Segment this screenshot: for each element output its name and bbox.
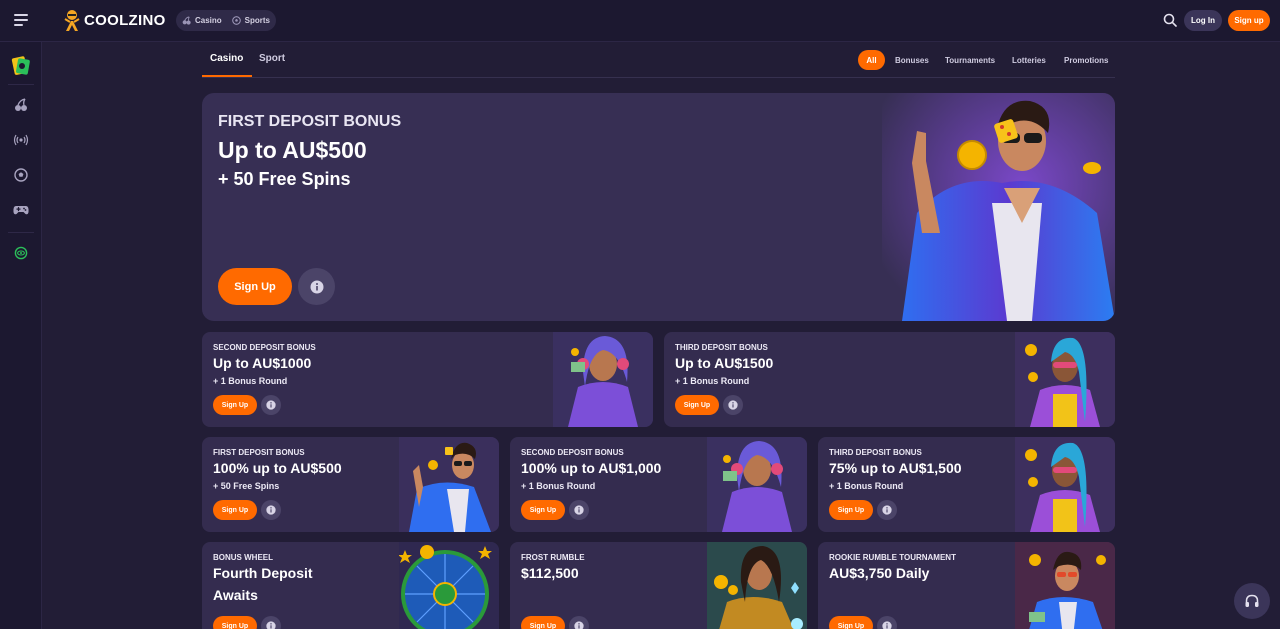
soccer-ball-icon[interactable] <box>12 166 30 184</box>
top-bar: COOLZINO Casino Sports Log In Sign up <box>0 0 1280 42</box>
info-icon[interactable] <box>261 616 281 629</box>
card-signup-button[interactable]: Sign Up <box>675 395 719 415</box>
wallet-card-icon[interactable] <box>10 54 32 76</box>
card-title-line2: Awaits <box>213 587 258 603</box>
card-kicker: BONUS WHEEL <box>213 553 273 562</box>
card-subtitle: + 1 Bonus Round <box>829 481 904 491</box>
character-illustration <box>707 542 807 629</box>
promo-card-frost-rumble[interactable]: FROST RUMBLE $112,500 Sign Up <box>510 542 807 629</box>
filter-tournaments[interactable]: Tournaments <box>945 50 995 70</box>
mode-casino-label: Casino <box>195 16 222 25</box>
support-chat-button[interactable] <box>1234 583 1270 619</box>
card-signup-button[interactable]: Sign Up <box>829 500 873 520</box>
card-title: Up to AU$1500 <box>675 355 774 371</box>
filter-all[interactable]: All <box>858 50 885 70</box>
hero-signup-button[interactable]: Sign Up <box>218 268 292 305</box>
brand-logo[interactable]: COOLZINO <box>62 8 166 32</box>
filter-lotteries[interactable]: Lotteries <box>1012 50 1046 70</box>
card-signup-button[interactable]: Sign Up <box>213 616 257 629</box>
filter-bonuses[interactable]: Bonuses <box>895 50 929 70</box>
card-subtitle: + 1 Bonus Round <box>521 481 596 491</box>
info-icon[interactable] <box>261 395 281 415</box>
card-subtitle: + 50 Free Spins <box>213 481 280 491</box>
promo-card-third-deposit-small[interactable]: THIRD DEPOSIT BONUS 75% up to AU$1,500 +… <box>818 437 1115 532</box>
card-title: $112,500 <box>521 565 579 581</box>
info-icon[interactable] <box>569 616 589 629</box>
promo-card-second-deposit-small[interactable]: SECOND DEPOSIT BONUS 100% up to AU$1,000… <box>510 437 807 532</box>
hero-character-illustration <box>882 93 1115 321</box>
search-icon[interactable] <box>1163 13 1177 27</box>
card-kicker: SECOND DEPOSIT BONUS <box>521 448 624 457</box>
card-title: 100% up to AU$1,000 <box>521 460 662 476</box>
card-title: Fourth Deposit <box>213 565 313 581</box>
card-signup-button[interactable]: Sign Up <box>213 395 257 415</box>
info-icon[interactable] <box>298 268 335 305</box>
gamepad-icon[interactable] <box>12 201 30 219</box>
bonus-wheel-illustration <box>399 542 499 629</box>
character-illustration <box>399 437 499 532</box>
mode-sports-label: Sports <box>244 16 271 25</box>
cherry-icon[interactable] <box>12 96 30 114</box>
info-icon[interactable] <box>877 500 897 520</box>
card-signup-button[interactable]: Sign Up <box>521 500 565 520</box>
cherry-icon <box>182 16 191 25</box>
eye-icon[interactable] <box>12 244 30 262</box>
promo-card-first-deposit[interactable]: FIRST DEPOSIT BONUS 100% up to AU$500 + … <box>202 437 499 532</box>
soccer-ball-icon <box>231 16 241 25</box>
live-broadcast-icon[interactable] <box>12 131 30 149</box>
hero-banner: FIRST DEPOSIT BONUS Up to AU$500 + 50 Fr… <box>202 93 1115 321</box>
filter-promotions[interactable]: Promotions <box>1064 50 1108 70</box>
tab-sport[interactable]: Sport <box>259 53 285 64</box>
info-icon[interactable] <box>261 500 281 520</box>
rail-divider <box>8 84 34 85</box>
signup-button[interactable]: Sign up <box>1228 10 1270 31</box>
logo-mascot-icon <box>64 10 80 31</box>
brand-name: COOLZINO <box>84 11 166 29</box>
promo-card-bonus-wheel[interactable]: BONUS WHEEL Fourth Deposit Awaits Sign U… <box>202 542 499 629</box>
left-rail <box>0 42 42 629</box>
promo-card-rookie-rumble[interactable]: ROOKIE RUMBLE TOURNAMENT AU$3,750 Daily … <box>818 542 1115 629</box>
card-kicker: FROST RUMBLE <box>521 553 585 562</box>
mode-sports[interactable]: Sports <box>231 16 271 25</box>
card-signup-button[interactable]: Sign Up <box>829 616 873 629</box>
character-illustration <box>707 437 807 532</box>
active-tab-indicator <box>202 75 252 77</box>
card-title: 100% up to AU$500 <box>213 460 342 476</box>
promo-card-third-deposit[interactable]: THIRD DEPOSIT BONUS Up to AU$1500 + 1 Bo… <box>664 332 1115 427</box>
info-icon[interactable] <box>877 616 897 629</box>
character-illustration <box>1015 332 1115 427</box>
card-kicker: FIRST DEPOSIT BONUS <box>213 448 305 457</box>
card-kicker: SECOND DEPOSIT BONUS <box>213 343 316 352</box>
card-signup-button[interactable]: Sign Up <box>521 616 565 629</box>
card-signup-button[interactable]: Sign Up <box>213 500 257 520</box>
card-title: 75% up to AU$1,500 <box>829 460 962 476</box>
info-icon[interactable] <box>569 500 589 520</box>
rail-divider <box>8 232 34 233</box>
card-kicker: ROOKIE RUMBLE TOURNAMENT <box>829 553 956 562</box>
headset-icon <box>1245 594 1259 607</box>
promo-card-second-deposit[interactable]: SECOND DEPOSIT BONUS Up to AU$1000 + 1 B… <box>202 332 653 427</box>
card-kicker: THIRD DEPOSIT BONUS <box>829 448 922 457</box>
character-illustration <box>1015 542 1115 629</box>
info-icon[interactable] <box>723 395 743 415</box>
login-button[interactable]: Log In <box>1184 10 1222 31</box>
promotions-subnav: Casino Sport All Bonuses Tournaments Lot… <box>202 44 1115 78</box>
hero-title: Up to AU$500 <box>218 137 367 163</box>
menu-icon[interactable] <box>14 14 28 26</box>
hero-kicker: FIRST DEPOSIT BONUS <box>218 113 402 130</box>
mode-casino[interactable]: Casino <box>182 16 222 25</box>
hero-subtitle: + 50 Free Spins <box>218 169 351 189</box>
card-title: Up to AU$1000 <box>213 355 312 371</box>
character-illustration <box>553 332 653 427</box>
card-kicker: THIRD DEPOSIT BONUS <box>675 343 768 352</box>
card-title: AU$3,750 Daily <box>829 565 930 581</box>
card-subtitle: + 1 Bonus Round <box>675 376 750 386</box>
tab-casino[interactable]: Casino <box>210 53 243 64</box>
mode-switch: Casino Sports <box>176 10 277 31</box>
character-illustration <box>1015 437 1115 532</box>
card-subtitle: + 1 Bonus Round <box>213 376 288 386</box>
